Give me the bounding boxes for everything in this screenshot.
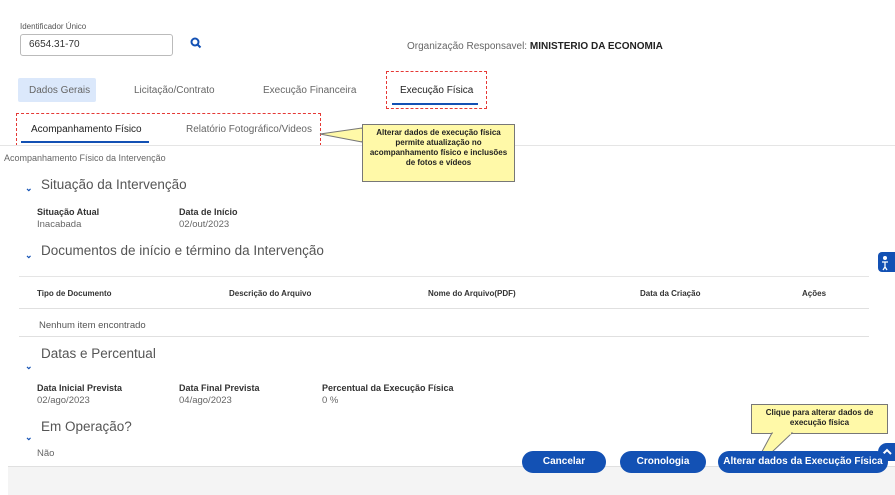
search-icon[interactable]: [190, 37, 204, 51]
data-inicial-label: Data Inicial Prevista: [37, 383, 123, 393]
data-inicio-value: 02/out/2023: [179, 219, 230, 230]
data-final-value: 04/ago/2023: [179, 395, 232, 406]
col-descricao-arquivo: Descrição do Arquivo: [229, 289, 312, 298]
breadcrumb: Acompanhamento Físico da Intervenção: [4, 153, 166, 163]
operacao-value: Não: [37, 448, 55, 459]
alterar-execucao-fisica-button[interactable]: Alterar dados da Execução Física: [718, 451, 888, 473]
cancel-button[interactable]: Cancelar: [522, 451, 606, 473]
subtab-acompanhamento-fisico[interactable]: Acompanhamento Físico: [31, 124, 142, 135]
cronologia-button[interactable]: Cronologia: [620, 451, 706, 473]
col-data-criacao: Data da Criação: [640, 289, 701, 298]
organizacao-responsavel: Organização Responsavel: MINISTERIO DA E…: [407, 41, 663, 52]
organizacao-value: MINISTERIO DA ECONOMIA: [529, 41, 663, 52]
subtab-active-indicator: [21, 141, 149, 143]
organizacao-label: Organização Responsavel:: [407, 41, 530, 52]
data-final-label: Data Final Prevista: [179, 383, 260, 393]
identificador-input[interactable]: 6654.31-70: [20, 34, 173, 56]
table-empty-message: Nenhum item encontrado: [39, 320, 146, 331]
data-inicial-value: 02/ago/2023: [37, 395, 90, 406]
callout-bottom: Clique para alterar dados de execução fí…: [751, 404, 888, 434]
percentual-label: Percentual da Execução Física: [322, 383, 454, 393]
col-acoes: Ações: [802, 289, 827, 298]
col-tipo-documento: Tipo de Documento: [37, 289, 112, 298]
section-datas-title[interactable]: Datas e Percentual: [41, 346, 156, 361]
percentual-value: 0 %: [322, 395, 339, 406]
table-top-border: [19, 276, 869, 277]
tab-execucao-fisica[interactable]: Execução Física: [400, 85, 473, 96]
callout-top-pointer: [319, 127, 363, 143]
accessibility-widget-icon[interactable]: [878, 252, 895, 272]
tab-licitacao-contrato[interactable]: Licitação/Contrato: [134, 85, 215, 96]
chevron-down-icon[interactable]: ⌄: [25, 432, 33, 443]
callout-top: Alterar dados de execução física permite…: [362, 124, 515, 182]
situacao-atual-label: Situação Atual: [37, 207, 100, 217]
section-situacao-title[interactable]: Situação da Intervenção: [41, 177, 187, 192]
chevron-down-icon[interactable]: ⌄: [25, 250, 33, 261]
tab-dados-gerais[interactable]: Dados Gerais: [29, 85, 90, 96]
section-operacao-title[interactable]: Em Operação?: [41, 419, 132, 434]
data-inicio-label: Data de Início: [179, 207, 238, 217]
chevron-down-icon[interactable]: ⌄: [25, 183, 33, 194]
table-bottom-border: [19, 336, 869, 337]
col-nome-arquivo: Nome do Arquivo(PDF): [428, 289, 516, 298]
section-documentos-title[interactable]: Documentos de início e término da Interv…: [41, 243, 324, 258]
situacao-atual-value: Inacabada: [37, 219, 82, 230]
tab-execucao-financeira[interactable]: Execução Financeira: [263, 85, 356, 96]
identificador-label: Identificador Único: [20, 22, 87, 31]
chevron-down-icon[interactable]: ⌄: [25, 361, 33, 372]
tab-active-indicator: [392, 103, 478, 105]
table-header-border: [19, 308, 869, 309]
subtab-relatorio-fotografico[interactable]: Relatório Fotográfico/Videos: [186, 124, 312, 135]
